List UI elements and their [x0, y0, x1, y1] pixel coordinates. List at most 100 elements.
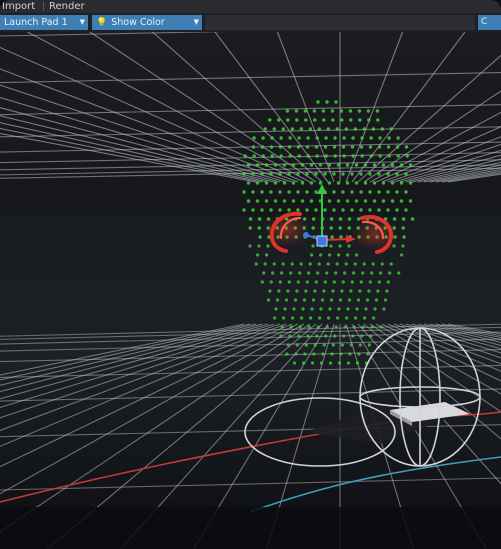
- head-point: [362, 127, 366, 131]
- menu-import[interactable]: Import: [2, 0, 35, 13]
- head-point: [322, 118, 326, 122]
- head-point: [372, 181, 377, 185]
- head-point: [307, 325, 311, 329]
- head-point: [269, 208, 273, 212]
- head-point: [352, 325, 356, 329]
- head-point: [333, 334, 337, 338]
- head-point: [339, 235, 343, 239]
- head-point: [273, 316, 277, 320]
- head-point: [317, 262, 321, 266]
- head-point: [252, 136, 256, 140]
- head-point: [278, 280, 282, 284]
- head-point: [332, 280, 336, 284]
- head-point: [354, 199, 359, 203]
- head-point: [251, 208, 255, 212]
- head-point: [261, 154, 265, 158]
- head-point: [380, 262, 384, 266]
- corner-button[interactable]: C: [478, 15, 501, 30]
- head-point: [255, 181, 260, 185]
- head-point: [369, 334, 373, 338]
- head-point: [346, 253, 350, 257]
- head-point: [306, 334, 310, 338]
- head-point: [358, 118, 362, 122]
- head-point: [309, 316, 313, 320]
- head-point: [333, 154, 337, 158]
- head-point: [325, 271, 329, 275]
- head-point: [264, 181, 269, 185]
- head-point: [263, 127, 267, 131]
- toolbar-field[interactable]: [205, 15, 475, 30]
- head-point: [315, 154, 319, 158]
- head-point: [350, 145, 355, 149]
- head-point: [372, 199, 377, 203]
- head-point: [352, 271, 356, 275]
- head-point: [246, 163, 251, 167]
- head-point: [264, 163, 269, 167]
- head-point: [350, 280, 354, 284]
- head-point: [338, 226, 342, 230]
- head-point: [368, 145, 373, 149]
- head-point: [370, 325, 374, 329]
- head-point: [287, 280, 291, 284]
- head-point: [359, 172, 363, 176]
- head-point: [262, 271, 266, 275]
- head-point: [248, 226, 252, 230]
- head-point: [286, 289, 290, 293]
- head-point: [269, 145, 274, 149]
- head-point: [278, 145, 283, 149]
- head-point: [323, 172, 327, 176]
- 3d-viewport[interactable]: [0, 32, 501, 549]
- head-point: [323, 145, 328, 149]
- head-point: [392, 244, 396, 248]
- head-point: [266, 244, 270, 248]
- head-point: [315, 136, 319, 140]
- head-point: [405, 154, 409, 158]
- head-point: [261, 136, 265, 140]
- head-point: [345, 199, 350, 203]
- head-point: [296, 172, 300, 176]
- head-point: [401, 226, 405, 230]
- head-point: [359, 208, 363, 212]
- head-point: [367, 343, 371, 347]
- head-point: [372, 316, 376, 320]
- head-point: [343, 325, 347, 329]
- head-point: [377, 190, 381, 194]
- head-point: [299, 262, 303, 266]
- head-point: [342, 334, 346, 338]
- head-point: [274, 307, 278, 311]
- head-point: [350, 208, 354, 212]
- head-point: [331, 289, 335, 293]
- head-point: [377, 145, 382, 149]
- head-point: [401, 244, 405, 248]
- head-point: [386, 190, 390, 194]
- head-point: [348, 352, 352, 356]
- head-point: [396, 154, 400, 158]
- head-point: [361, 271, 365, 275]
- head-point: [255, 199, 260, 203]
- head-point: [359, 190, 363, 194]
- head-point: [296, 190, 300, 194]
- head-point: [330, 109, 335, 113]
- head-point: [339, 109, 344, 113]
- head-point: [401, 217, 406, 221]
- head-point: [299, 127, 303, 131]
- head-point: [345, 181, 350, 185]
- head-point: [338, 217, 343, 221]
- head-point: [338, 244, 342, 248]
- menu-render[interactable]: Render: [49, 0, 85, 13]
- head-point: [298, 271, 302, 275]
- head-point: [351, 136, 355, 140]
- head-point: [265, 253, 269, 257]
- head-point: [377, 172, 381, 176]
- device-select[interactable]: Launch Pad 1 ▼: [0, 15, 88, 30]
- head-point: [410, 217, 415, 221]
- head-point: [356, 217, 361, 221]
- head-point: [337, 253, 341, 257]
- head-point: [251, 145, 256, 149]
- head-point: [306, 136, 310, 140]
- head-point: [390, 163, 395, 167]
- head-point: [279, 334, 283, 338]
- view-select[interactable]: 💡 Show Color ▼: [92, 15, 202, 30]
- head-point: [355, 361, 360, 365]
- head-point: [336, 199, 341, 203]
